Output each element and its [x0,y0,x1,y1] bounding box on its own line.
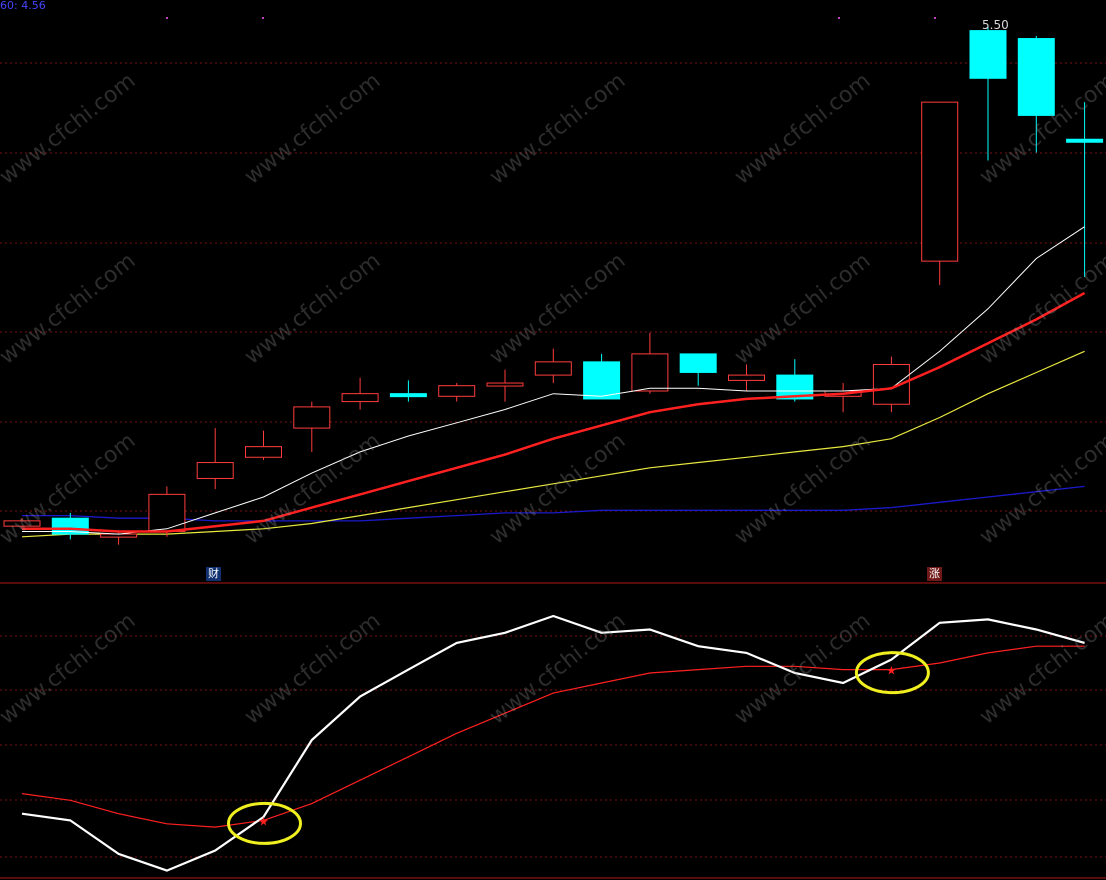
candle-body [196,462,234,479]
candle [583,353,621,400]
candle-body [583,361,621,400]
candle [438,383,476,402]
top-dot [934,17,936,19]
candle-body [921,101,959,262]
candle [824,383,862,413]
candle [196,428,234,490]
candle-body [679,353,717,373]
candle-body [631,353,669,392]
candle [872,356,910,413]
candle [293,401,331,452]
candle-body [1017,38,1055,116]
candle [631,332,669,394]
top-dot [166,17,168,19]
ma60-label: 60: 4.56 [0,0,46,12]
top-dot [262,17,264,19]
crossover-star: ★ [886,664,897,678]
candle-body [486,382,524,387]
candle-body [728,374,765,381]
candle [486,369,524,402]
top-dot [838,17,840,19]
candle-body [438,385,476,397]
candle [921,101,959,285]
candle-body [245,446,282,458]
crossover-star: ★ [258,814,269,828]
candle [679,353,717,386]
candle [245,430,282,460]
candle [341,377,379,410]
candle-body [1066,138,1104,143]
candle-body [389,393,427,398]
candle [389,380,427,402]
price-annotation: 5.50 [982,18,1009,32]
candle-body [872,364,910,405]
candle-body [534,361,572,376]
marker-zhang: 涨 [927,567,942,581]
candle [1066,102,1104,278]
candle-body [341,393,379,403]
candle-body [148,493,186,532]
candle-body [293,406,331,429]
osc-white-series [21,614,1085,872]
oscillator-panel: ★★ [21,614,1085,872]
candle [534,348,572,384]
marker-cai: 财 [206,567,221,581]
candlesticks [3,25,1104,545]
candle-body [969,30,1007,79]
candle [969,25,1007,161]
